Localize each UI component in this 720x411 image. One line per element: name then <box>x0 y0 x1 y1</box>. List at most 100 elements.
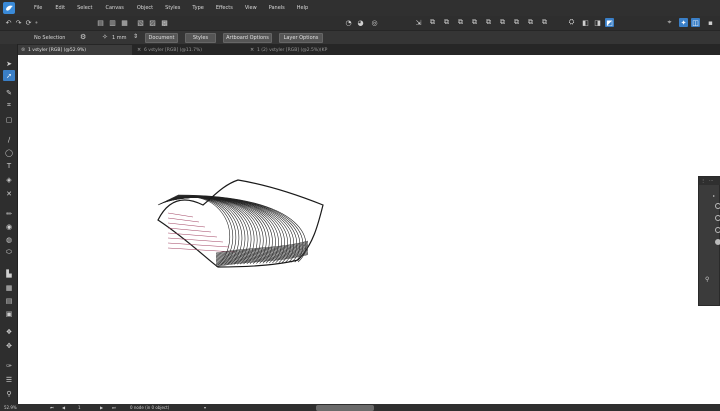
styles-button[interactable]: Styles <box>185 33 216 43</box>
persona-icon[interactable]: ⛭ <box>567 18 576 27</box>
eyedropper-icon[interactable]: ✑ <box>3 360 15 371</box>
menu-panels[interactable]: Panels <box>269 5 285 11</box>
align-left-icon[interactable]: ▤ <box>96 18 105 27</box>
export-b-icon[interactable]: ⧉ <box>442 18 451 27</box>
panel-label-icon: ▸ <box>713 193 716 198</box>
search-icon[interactable]: ⚲ <box>705 276 709 283</box>
assistant-icon[interactable]: ✦ <box>679 18 688 27</box>
pin-icon[interactable]: • <box>32 18 41 27</box>
menu-effects[interactable]: Effects <box>216 5 233 11</box>
export-g-icon[interactable]: ⧉ <box>512 18 521 27</box>
menu-object[interactable]: Object <box>137 5 153 11</box>
menu-help[interactable]: Help <box>297 5 308 11</box>
panel-radio-option[interactable] <box>715 203 720 209</box>
redo-icon[interactable]: ↷ <box>14 18 23 27</box>
canvas[interactable] <box>18 55 720 404</box>
snapping-icon[interactable]: ⌖ <box>665 18 674 27</box>
zoom-tool-icon[interactable]: ⚲ <box>3 388 15 399</box>
menu-file[interactable]: File <box>34 5 42 11</box>
symbol-icon[interactable]: ❖ <box>3 326 15 337</box>
stroke-icon: ✧ <box>102 33 108 41</box>
pencil-tool-icon[interactable]: ✏ <box>3 208 15 219</box>
zoom-level[interactable]: 52.9% <box>4 405 17 410</box>
line-tool-icon[interactable]: ∕ <box>3 134 15 145</box>
panel-radio-option[interactable] <box>715 239 720 245</box>
stroke-width-value[interactable]: 1 mm <box>112 35 127 41</box>
status-menu-icon[interactable]: ▾ <box>204 405 206 410</box>
tab-document-2[interactable]: × 6 vstyler [RGB] (@11.7%) <box>134 45 244 55</box>
transparency-tool-icon[interactable]: ✕ <box>3 188 15 199</box>
align-right-icon[interactable]: ▦ <box>120 18 129 27</box>
export-i-icon[interactable]: ⧉ <box>540 18 549 27</box>
artboard-options-button[interactable]: Artboard Options <box>223 33 272 43</box>
arrange-icon[interactable]: ▨ <box>148 18 157 27</box>
settings-gear-icon[interactable]: ⚙ <box>80 33 86 41</box>
page-number[interactable]: 1 <box>78 405 81 410</box>
tab-document-1[interactable]: ⊗ 1 vstyler [RGB] (@52.9%) <box>18 45 132 55</box>
next-page-icon[interactable]: ▶ <box>100 405 103 410</box>
table-icon[interactable]: ▤ <box>3 295 15 306</box>
document-button[interactable]: Document <box>145 33 178 43</box>
export-a-icon[interactable]: ⧉ <box>428 18 437 27</box>
menu-styles[interactable]: Styles <box>165 5 180 11</box>
menu-select[interactable]: Select <box>77 5 92 11</box>
undo-icon[interactable]: ↶ <box>4 18 13 27</box>
stroke-stepper-icon[interactable]: ⇕ <box>133 33 138 40</box>
document-tabs: ⊗ 1 vstyler [RGB] (@52.9%) × 6 vstyler [… <box>18 44 720 55</box>
export-h-icon[interactable]: ⧉ <box>526 18 535 27</box>
style-icon[interactable]: ✥ <box>3 340 15 351</box>
node-tool-icon[interactable]: ➚ <box>3 70 15 81</box>
rss-icon[interactable]: ◔ <box>344 18 353 27</box>
group-icon[interactable]: ▩ <box>160 18 169 27</box>
close-icon[interactable]: × <box>250 47 254 53</box>
align-center-icon[interactable]: ▥ <box>108 18 117 27</box>
ellipse-tool-icon[interactable]: ◯ <box>3 147 15 158</box>
horizontal-scrollbar[interactable] <box>316 405 374 411</box>
export-f-icon[interactable]: ⧉ <box>498 18 507 27</box>
layers-icon[interactable]: ▙ <box>3 268 15 279</box>
close-icon[interactable]: ⊗ <box>21 47 25 53</box>
distribute-icon[interactable]: ▧ <box>136 18 145 27</box>
crop-tool-icon[interactable]: ⌗ <box>3 100 15 111</box>
move-tool-icon[interactable]: ➤ <box>3 58 15 69</box>
wireframe-drawing[interactable] <box>18 55 720 404</box>
preferences-icon[interactable]: ◫ <box>691 18 700 27</box>
view-mode-a-icon[interactable]: ◧ <box>581 18 590 27</box>
ring-icon[interactable]: ◎ <box>370 18 379 27</box>
more-options-icon[interactable]: ▪ <box>706 18 715 27</box>
app-logo-icon[interactable] <box>3 2 15 14</box>
text-tool-icon[interactable]: T <box>3 160 15 171</box>
menu-canvas[interactable]: Canvas <box>106 5 124 11</box>
fill-tool-icon[interactable]: ◈ <box>3 174 15 185</box>
panel-radio-option[interactable] <box>715 227 720 233</box>
hand-tool-icon[interactable]: ☰ <box>3 374 15 385</box>
export-e-icon[interactable]: ⧉ <box>484 18 493 27</box>
selection-info: 0 node (in 0 object) <box>130 405 170 410</box>
shape-tool-b-icon[interactable]: ◍ <box>3 234 15 245</box>
tab-document-3[interactable]: × 1 (2) vstyler [RGB] (@2.5%)(KP <box>247 45 362 55</box>
shape-tool-a-icon[interactable]: ◉ <box>3 221 15 232</box>
view-mode-b-icon[interactable]: ◨ <box>593 18 602 27</box>
export-d-icon[interactable]: ⧉ <box>470 18 479 27</box>
panel-grip-icon[interactable]: ⋮ <box>701 178 705 183</box>
frame-icon[interactable]: ▣ <box>3 308 15 319</box>
close-icon[interactable]: × <box>137 47 141 53</box>
wifi-icon[interactable]: ◕ <box>356 18 365 27</box>
brush-tool-icon[interactable]: ✎ <box>3 87 15 98</box>
shape-tool-c-icon[interactable]: ⬭ <box>3 247 15 258</box>
export-c-icon[interactable]: ⧉ <box>456 18 465 27</box>
last-page-icon[interactable]: ⏭ <box>112 405 116 410</box>
panel-menu-icon[interactable]: ⋯ <box>709 178 713 183</box>
export-icon[interactable]: ⇲ <box>414 18 423 27</box>
floating-panel[interactable]: ⋮ ⋯ ▸ ⚲ <box>698 176 720 306</box>
prev-page-icon[interactable]: ◀ <box>62 405 65 410</box>
menu-type[interactable]: Type <box>192 5 203 11</box>
view-mode-c-icon[interactable]: ◩ <box>605 18 614 27</box>
artboard-tool-icon[interactable]: ▢ <box>3 114 15 125</box>
grid-icon[interactable]: ▦ <box>3 282 15 293</box>
menu-edit[interactable]: Edit <box>55 5 65 11</box>
first-page-icon[interactable]: ⏮ <box>50 405 54 410</box>
menu-view[interactable]: View <box>245 5 257 11</box>
layer-options-button[interactable]: Layer Options <box>279 33 323 43</box>
panel-radio-option[interactable] <box>715 215 720 221</box>
